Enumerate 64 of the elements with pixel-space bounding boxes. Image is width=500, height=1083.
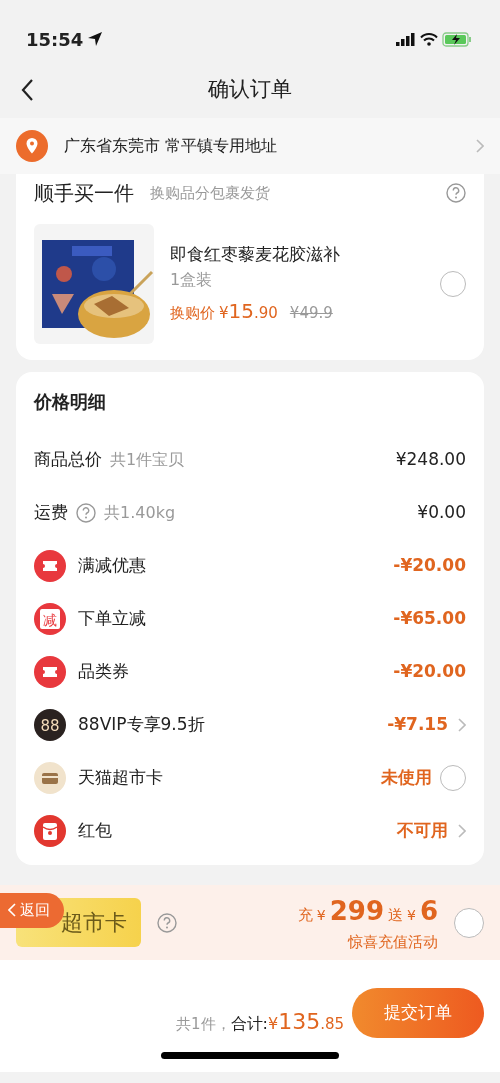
row-label: 88VIP专享9.5折 bbox=[78, 712, 206, 736]
row-note: 共1件宝贝 bbox=[110, 448, 186, 471]
total-price: ¥135.85 bbox=[267, 1007, 344, 1036]
recharge-label: 充 bbox=[297, 904, 313, 926]
row-label: 商品总价 bbox=[34, 447, 102, 471]
row-note: 共1.40kg bbox=[104, 501, 177, 524]
card-icon bbox=[34, 761, 66, 794]
row-value: 不可用 bbox=[397, 818, 448, 842]
row-value: -¥20.00 bbox=[393, 553, 466, 577]
battery-charging-icon bbox=[442, 31, 472, 47]
row-value: ¥0.00 bbox=[417, 500, 466, 524]
row-value: -¥20.00 bbox=[393, 659, 466, 683]
radio-button[interactable] bbox=[440, 764, 466, 791]
promo-caption: 惊喜充值活动 bbox=[346, 931, 438, 953]
total-label: 合计: bbox=[230, 1012, 268, 1035]
product-name: 即食红枣藜麦花胶滋补 bbox=[170, 243, 341, 267]
coupon-icon bbox=[34, 549, 66, 582]
row-value: -¥65.00 bbox=[393, 606, 466, 630]
signal-icon bbox=[396, 32, 416, 46]
chevron-right-icon bbox=[474, 138, 484, 154]
wifi-icon bbox=[420, 32, 438, 46]
help-icon[interactable] bbox=[76, 502, 96, 523]
product-spec: 1盒装 bbox=[170, 268, 214, 291]
row-label: 红包 bbox=[78, 818, 113, 842]
gift-label: 送 bbox=[388, 904, 403, 926]
envelope-icon bbox=[34, 814, 66, 847]
coupon-icon bbox=[34, 655, 66, 688]
item-count: 共1件， bbox=[176, 1013, 231, 1035]
radio-button[interactable] bbox=[454, 907, 484, 938]
row-label: 满减优惠 bbox=[78, 553, 147, 577]
section-title: 顺手买一件 bbox=[34, 180, 134, 207]
chevron-right-icon[interactable] bbox=[456, 716, 466, 733]
row-label: 下单立减 bbox=[78, 606, 147, 630]
original-price: ¥49.9 bbox=[289, 302, 333, 324]
row-label: 运费 bbox=[34, 500, 68, 524]
discount-stamp-icon: 减 bbox=[34, 602, 66, 635]
price-label: 换购价 bbox=[170, 302, 215, 324]
chevron-left-icon bbox=[8, 903, 16, 918]
location-arrow-icon bbox=[87, 31, 104, 47]
submit-button[interactable]: 提交订单 bbox=[352, 988, 484, 1038]
currency: ¥ bbox=[316, 905, 326, 925]
chevron-right-icon[interactable] bbox=[456, 822, 466, 839]
gift-amount: 6 bbox=[419, 894, 438, 928]
row-value: 未使用 bbox=[381, 765, 432, 789]
help-icon[interactable] bbox=[446, 183, 466, 203]
vip-icon: 88 bbox=[34, 708, 66, 741]
address-bar[interactable]: 广东省东莞市 常平镇专用地址 bbox=[0, 118, 500, 174]
radio-button[interactable] bbox=[440, 271, 466, 297]
location-pin-icon bbox=[16, 130, 48, 162]
address-text: 广东省东莞市 常平镇专用地址 bbox=[64, 135, 279, 157]
section-title: 价格明细 bbox=[34, 390, 107, 414]
currency: ¥ bbox=[407, 905, 416, 925]
page-title: 确认订单 bbox=[208, 76, 292, 103]
row-value: ¥248.00 bbox=[395, 447, 466, 471]
back-button[interactable]: 返回 bbox=[0, 893, 64, 928]
recharge-amount: 299 bbox=[329, 894, 384, 928]
product-price: ¥15.90 bbox=[219, 297, 278, 325]
status-time: 15:54 bbox=[26, 27, 84, 52]
row-label: 品类券 bbox=[78, 659, 130, 683]
row-label: 天猫超市卡 bbox=[78, 765, 164, 789]
row-value: -¥7.15 bbox=[387, 712, 448, 736]
section-subtitle: 换购品分包裹发货 bbox=[150, 182, 271, 204]
help-icon[interactable] bbox=[157, 912, 177, 933]
back-icon[interactable] bbox=[20, 78, 34, 102]
